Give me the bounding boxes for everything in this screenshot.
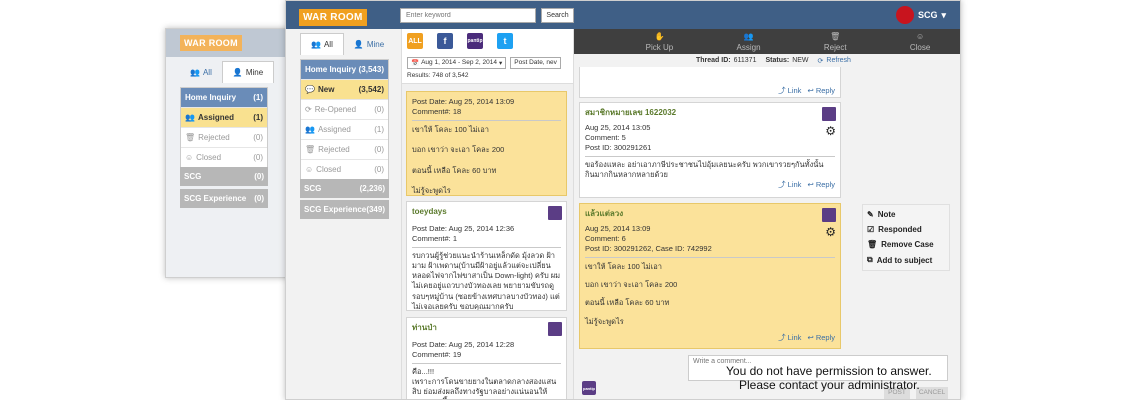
- tab-mine[interactable]: 👤 Mine: [344, 33, 394, 55]
- top-bar: [286, 1, 960, 29]
- feed-item[interactable]: ท่านป่า Post Date: Aug 25, 2014 12:28 Co…: [406, 317, 567, 399]
- search-button[interactable]: Search: [541, 8, 574, 23]
- row-reopened[interactable]: ⟳ Re-Opened (0): [301, 99, 388, 119]
- remove-case-button[interactable]: 🗑 Remove Case: [863, 237, 949, 252]
- pantip-icon[interactable]: pantip: [467, 33, 483, 49]
- tab-all[interactable]: 👥 All: [300, 33, 344, 55]
- users-icon: 👥: [185, 113, 195, 122]
- source-filters: ALL f pantip t: [402, 29, 573, 53]
- group-scg[interactable]: SCG (2,236): [300, 179, 389, 198]
- detail-item-top-tail: ⤴ Link ↩ Reply: [579, 67, 841, 98]
- refresh-link[interactable]: Refresh: [826, 57, 851, 65]
- trash-icon: 🗑: [185, 133, 196, 142]
- hand-icon: ✋: [654, 31, 665, 41]
- side-menu: ✎ Note ☑ Responded 🗑 Remove Case ⧉ Add to su…: [862, 204, 950, 271]
- feed-item[interactable]: toeydays Post Date: Aug 25, 2014 12:36 C…: [406, 201, 567, 311]
- trash-icon: 🗑: [830, 31, 841, 41]
- link-icon: ⧉: [867, 255, 873, 264]
- users-icon: 👥: [743, 31, 754, 41]
- row-closed[interactable]: ☺ Closed (0): [301, 159, 388, 179]
- back-group-scg-exp[interactable]: SCG Experience (0): [180, 189, 268, 208]
- tab-mine[interactable]: 👤 Mine: [221, 61, 275, 83]
- refresh-icon: ⟳: [305, 105, 312, 114]
- detail-comment[interactable]: ⚙ สมาชิกหมายเลข 1622032 Aug 25, 2014 13:…: [579, 102, 841, 198]
- back-group-scg[interactable]: SCG (0): [180, 167, 268, 186]
- gear-icon[interactable]: ⚙: [825, 224, 836, 240]
- reply-button[interactable]: ↩ Reply: [807, 180, 835, 190]
- action-bar: ✋ Pick Up 👥 Assign 🗑 Reject ☺ Close: [574, 29, 960, 54]
- search-input[interactable]: [400, 8, 536, 23]
- note-icon: ✎: [867, 210, 874, 219]
- back-group-home: Home Inquiry (1) 👥 Assigned (1) 🗑 Rejected (0…: [180, 87, 268, 168]
- pantip-icon: [548, 322, 562, 336]
- link-button[interactable]: ⤴ Link: [778, 180, 801, 190]
- note-button[interactable]: ✎ Note: [863, 207, 949, 222]
- trash-icon: 🗑: [305, 145, 316, 154]
- sort-select[interactable]: Post Date, nev: [510, 57, 561, 69]
- row-rejected[interactable]: 🗑 Rejected (0): [181, 127, 267, 147]
- link-button[interactable]: ⤴ Link: [778, 333, 801, 343]
- back-tabs: 👥 All 👤 Mine: [180, 61, 275, 83]
- logo: WAR ROOM: [299, 9, 367, 26]
- feed-controls: 📅 Aug 1, 2014 - Sep 2, 2014 ▾ Post Date, n…: [402, 53, 573, 84]
- avatar: [895, 6, 914, 24]
- user-icon: 👤: [232, 68, 243, 77]
- group-header[interactable]: Home Inquiry (3,543): [301, 60, 388, 79]
- pantip-icon: [822, 208, 836, 222]
- row-assigned[interactable]: 👥 Assigned (1): [181, 107, 267, 127]
- reply-area: pantip POST CANCEL You do not have permi…: [576, 351, 960, 399]
- group-scg-experience[interactable]: SCG Experience (349): [300, 200, 389, 219]
- main-window: WAR ROOM Search SCG▾ 👥All 👤Mine Home Inq…: [285, 0, 961, 400]
- permission-notice: You do not have permission to answer. Pl…: [726, 364, 932, 392]
- row-rejected[interactable]: 🗑 Rejected (0): [301, 139, 388, 159]
- assign-button[interactable]: 👥 Assign: [737, 32, 761, 52]
- reject-button[interactable]: 🗑 Reject: [824, 32, 847, 52]
- chevron-down-icon: ▾: [941, 9, 946, 20]
- feed-item[interactable]: Post Date: Aug 25, 2014 13:09 Comment#: …: [406, 91, 567, 196]
- facebook-icon[interactable]: f: [437, 33, 453, 49]
- users-icon: 👥: [311, 40, 321, 49]
- smile-icon: ☺: [185, 153, 194, 162]
- group-home-inquiry: Home Inquiry (3,543) 💬 New (3,542) ⟳ Re-Open…: [300, 59, 389, 180]
- results-count: Results: 748 of 3,542: [407, 72, 469, 79]
- users-icon: 👥: [190, 67, 200, 77]
- responded-button[interactable]: ☑ Responded: [863, 222, 949, 237]
- link-button[interactable]: ⤴ Link: [778, 86, 801, 96]
- twitter-icon[interactable]: t: [497, 33, 513, 49]
- trash-icon: 🗑: [867, 240, 878, 249]
- thread-info: Thread ID: 611371 Status: NEW ⟳ Refresh: [696, 57, 851, 65]
- gear-icon[interactable]: ⚙: [825, 123, 836, 139]
- chat-icon: 💬: [305, 85, 315, 94]
- users-icon: 👥: [305, 125, 315, 134]
- user-icon: 👤: [353, 39, 364, 49]
- row-new[interactable]: 💬 New (3,542): [301, 79, 388, 99]
- row-assigned[interactable]: 👥 Assigned (1): [301, 119, 388, 139]
- date-range-picker[interactable]: 📅 Aug 1, 2014 - Sep 2, 2014 ▾: [407, 57, 507, 69]
- detail-comment-selected[interactable]: ⚙ แล้วแต่ลวง Aug 25, 2014 13:09 Comment:…: [579, 203, 841, 349]
- pantip-icon: pantip: [582, 381, 596, 395]
- main-tabs: 👥 All 👤 Mine: [300, 33, 394, 55]
- smile-icon: ☺: [305, 165, 314, 174]
- close-button[interactable]: ☺ Close: [910, 32, 930, 52]
- add-to-subject-button[interactable]: ⧉ Add to subject: [863, 252, 949, 268]
- calendar-icon: 📅: [411, 60, 420, 67]
- back-window: WAR ROOM 👥 All 👤 Mine Home Inquiry (1) 👥 Ass…: [165, 28, 295, 278]
- pantip-icon: [548, 206, 562, 220]
- pantip-icon: [822, 107, 836, 121]
- reply-button[interactable]: ↩ Reply: [807, 333, 835, 343]
- source-all-button[interactable]: ALL: [407, 33, 423, 49]
- check-icon: ☑: [867, 225, 875, 234]
- row-closed[interactable]: ☺ Closed (0): [181, 147, 267, 167]
- smile-icon: ☺: [916, 31, 925, 41]
- pick-up-button[interactable]: ✋ Pick Up: [646, 32, 674, 52]
- group-header[interactable]: Home Inquiry (1): [181, 88, 267, 107]
- tab-all[interactable]: 👥 All: [180, 61, 222, 83]
- user-menu[interactable]: SCG ▾: [895, 6, 946, 24]
- reply-button[interactable]: ↩ Reply: [807, 86, 835, 96]
- logo: WAR ROOM: [180, 35, 242, 51]
- refresh-icon: ⟳: [817, 58, 824, 65]
